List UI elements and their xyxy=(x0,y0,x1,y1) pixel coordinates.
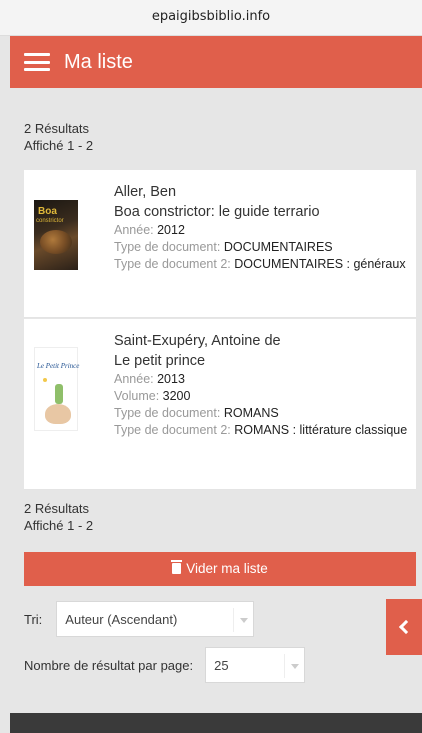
side-panel-toggle[interactable] xyxy=(386,599,422,655)
item-type: Type de document: DOCUMENTAIRES xyxy=(114,240,333,254)
prince-illustration xyxy=(55,384,63,404)
item-year: Année: 2013 xyxy=(114,372,185,386)
book-cover[interactable]: Le Petit Prince xyxy=(34,347,80,431)
results-range: Affiché 1 - 2 xyxy=(24,138,94,153)
browser-url-bar[interactable]: epaigibsbiblio.info xyxy=(0,0,422,36)
book-cover[interactable]: Boa constrictor xyxy=(34,200,78,270)
item-type2: Type de document 2: ROMANS : littérature… xyxy=(114,423,408,437)
page-title: Ma liste xyxy=(64,50,133,73)
list-item[interactable]: Le Petit Prince Saint-Exupéry, Antoine d… xyxy=(24,319,416,490)
clear-list-button[interactable]: Vider ma liste xyxy=(24,552,416,586)
list-item[interactable]: Boa constrictor Aller, Ben Boa constrict… xyxy=(24,170,416,318)
cover-title: Boa xyxy=(38,206,57,217)
item-title[interactable]: Boa constrictor: le guide terrario xyxy=(114,202,410,222)
star-illustration xyxy=(43,378,47,382)
results-summary-bottom: 2 Résultats Affiché 1 - 2 xyxy=(24,500,93,534)
planet-illustration xyxy=(45,404,71,424)
item-year: Année: 2012 xyxy=(114,223,185,237)
sort-select[interactable]: Auteur (Ascendant) xyxy=(56,601,255,637)
item-author: Aller, Ben xyxy=(114,184,177,200)
item-author: Saint-Exupéry, Antoine de xyxy=(114,333,281,349)
sort-value: Auteur (Ascendant) xyxy=(65,611,178,627)
per-page-label: Nombre de résultat par page: xyxy=(24,657,194,673)
per-page-select[interactable]: 25 xyxy=(205,647,306,683)
trash-icon xyxy=(171,560,183,574)
item-info: Saint-Exupéry, Antoine de Le petit princ… xyxy=(114,331,410,439)
item-type: Type de document: ROMANS xyxy=(114,406,279,420)
sort-label: Tri: xyxy=(24,611,43,627)
app-header: Ma liste xyxy=(10,36,422,88)
results-summary-top: 2 Résultats Affiché 1 - 2 xyxy=(24,120,93,154)
chevron-down-icon xyxy=(284,654,304,678)
chevron-down-icon xyxy=(233,608,253,632)
item-info: Aller, Ben Boa constrictor: le guide ter… xyxy=(114,182,410,273)
cover-title: Le Petit Prince xyxy=(37,362,80,370)
item-volume: Volume: 3200 xyxy=(114,389,191,403)
main-content: 2 Résultats Affiché 1 - 2 Boa constricto… xyxy=(10,88,422,713)
per-page-value: 25 xyxy=(214,657,229,673)
cover-subtitle: constrictor xyxy=(36,218,64,224)
results-count: 2 Résultats xyxy=(24,121,90,136)
results-count: 2 Résultats xyxy=(24,501,90,516)
sort-row: Tri: Auteur (Ascendant) xyxy=(24,601,255,637)
item-title[interactable]: Le petit prince xyxy=(114,351,410,371)
item-type2: Type de document 2: DOCUMENTAIRES : géné… xyxy=(114,257,406,271)
url-text: epaigibsbiblio.info xyxy=(151,9,271,24)
per-page-row: Nombre de résultat par page: 25 xyxy=(24,647,306,683)
snake-illustration xyxy=(40,230,72,254)
chevron-left-icon xyxy=(398,619,414,635)
menu-icon[interactable] xyxy=(24,53,50,71)
clear-list-label: Vider ma liste xyxy=(186,561,268,576)
bottom-bar xyxy=(10,713,422,733)
results-range: Affiché 1 - 2 xyxy=(24,518,94,533)
